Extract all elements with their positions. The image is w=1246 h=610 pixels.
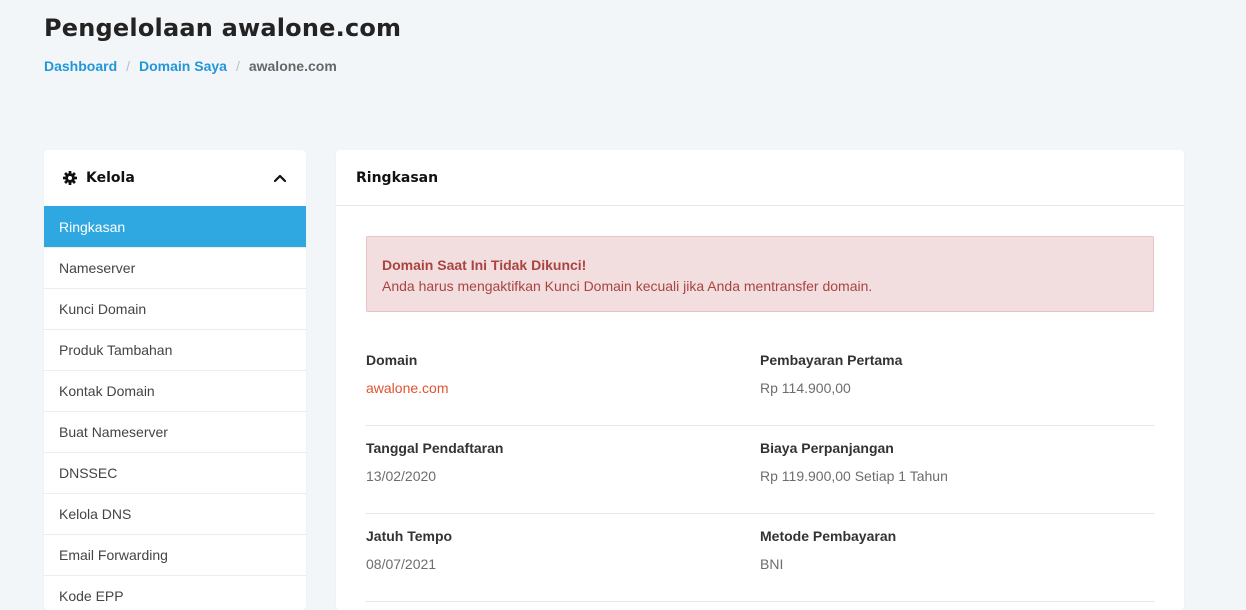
- gear-icon: [62, 170, 78, 186]
- sidebar-item-kunci-domain[interactable]: Kunci Domain: [44, 288, 306, 329]
- sidebar-item-email-forwarding[interactable]: Email Forwarding: [44, 534, 306, 575]
- breadcrumb: Dashboard / Domain Saya / awalone.com: [44, 58, 337, 74]
- info-renewal-cost: Biaya Perpanjangan Rp 119.900,00 Setiap …: [760, 426, 1154, 513]
- breadcrumb-dashboard-link[interactable]: Dashboard: [44, 58, 117, 74]
- breadcrumb-my-domains-link[interactable]: Domain Saya: [139, 58, 227, 74]
- info-row: Jatuh Tempo 08/07/2021 Metode Pembayaran…: [366, 514, 1154, 602]
- info-label: Domain: [366, 352, 418, 368]
- info-domain: Domain awalone.com: [366, 338, 760, 425]
- sidebar-item-buat-nameserver[interactable]: Buat Nameserver: [44, 411, 306, 452]
- info-first-payment: Pembayaran Pertama Rp 114.900,00: [760, 338, 1154, 425]
- info-value: Rp 119.900,00 Setiap 1 Tahun: [760, 468, 948, 484]
- domain-info-grid: Domain awalone.com Pembayaran Pertama Rp…: [366, 338, 1154, 602]
- info-label: Pembayaran Pertama: [760, 352, 903, 368]
- sidebar-item-ringkasan[interactable]: Ringkasan: [44, 206, 306, 247]
- sidebar-header[interactable]: Kelola: [44, 150, 306, 206]
- sidebar-item-kode-epp[interactable]: Kode EPP: [44, 575, 306, 610]
- info-value: 13/02/2020: [366, 468, 437, 484]
- alert-message: Anda harus mengaktifkan Kunci Domain kec…: [382, 278, 873, 294]
- info-payment-method: Metode Pembayaran BNI: [760, 514, 1154, 601]
- sidebar-item-dnssec[interactable]: DNSSEC: [44, 452, 306, 493]
- breadcrumb-separator: /: [235, 58, 240, 74]
- info-row: Domain awalone.com Pembayaran Pertama Rp…: [366, 338, 1154, 426]
- panel-title: Ringkasan: [336, 150, 1184, 206]
- sidebar-item-kontak-domain[interactable]: Kontak Domain: [44, 370, 306, 411]
- info-label: Metode Pembayaran: [760, 528, 897, 544]
- info-due-date: Jatuh Tempo 08/07/2021: [366, 514, 760, 601]
- manage-sidebar: Kelola Ringkasan Nameserver Kunci Domain…: [44, 150, 306, 610]
- sidebar-item-nameserver[interactable]: Nameserver: [44, 247, 306, 288]
- chevron-up-icon[interactable]: [272, 170, 288, 186]
- info-value: Rp 114.900,00: [760, 380, 851, 396]
- info-label: Tanggal Pendaftaran: [366, 440, 504, 456]
- sidebar-item-kelola-dns[interactable]: Kelola DNS: [44, 493, 306, 534]
- info-value: 08/07/2021: [366, 556, 437, 572]
- info-registration-date: Tanggal Pendaftaran 13/02/2020: [366, 426, 760, 513]
- alert-title: Domain Saat Ini Tidak Dikunci!: [382, 257, 587, 273]
- info-label: Biaya Perpanjangan: [760, 440, 894, 456]
- breadcrumb-separator: /: [126, 58, 131, 74]
- sidebar-item-produk-tambahan[interactable]: Produk Tambahan: [44, 329, 306, 370]
- sidebar-title: Kelola: [86, 170, 135, 186]
- info-value: BNI: [760, 556, 784, 572]
- info-label: Jatuh Tempo: [366, 528, 453, 544]
- breadcrumb-current: awalone.com: [248, 58, 337, 74]
- summary-panel: Ringkasan Domain Saat Ini Tidak Dikunci!…: [336, 150, 1184, 610]
- page-title: Pengelolaan awalone.com: [44, 14, 402, 42]
- info-row: Tanggal Pendaftaran 13/02/2020 Biaya Per…: [366, 426, 1154, 514]
- domain-link[interactable]: awalone.com: [366, 380, 760, 398]
- domain-unlocked-alert: Domain Saat Ini Tidak Dikunci! Anda haru…: [366, 236, 1154, 312]
